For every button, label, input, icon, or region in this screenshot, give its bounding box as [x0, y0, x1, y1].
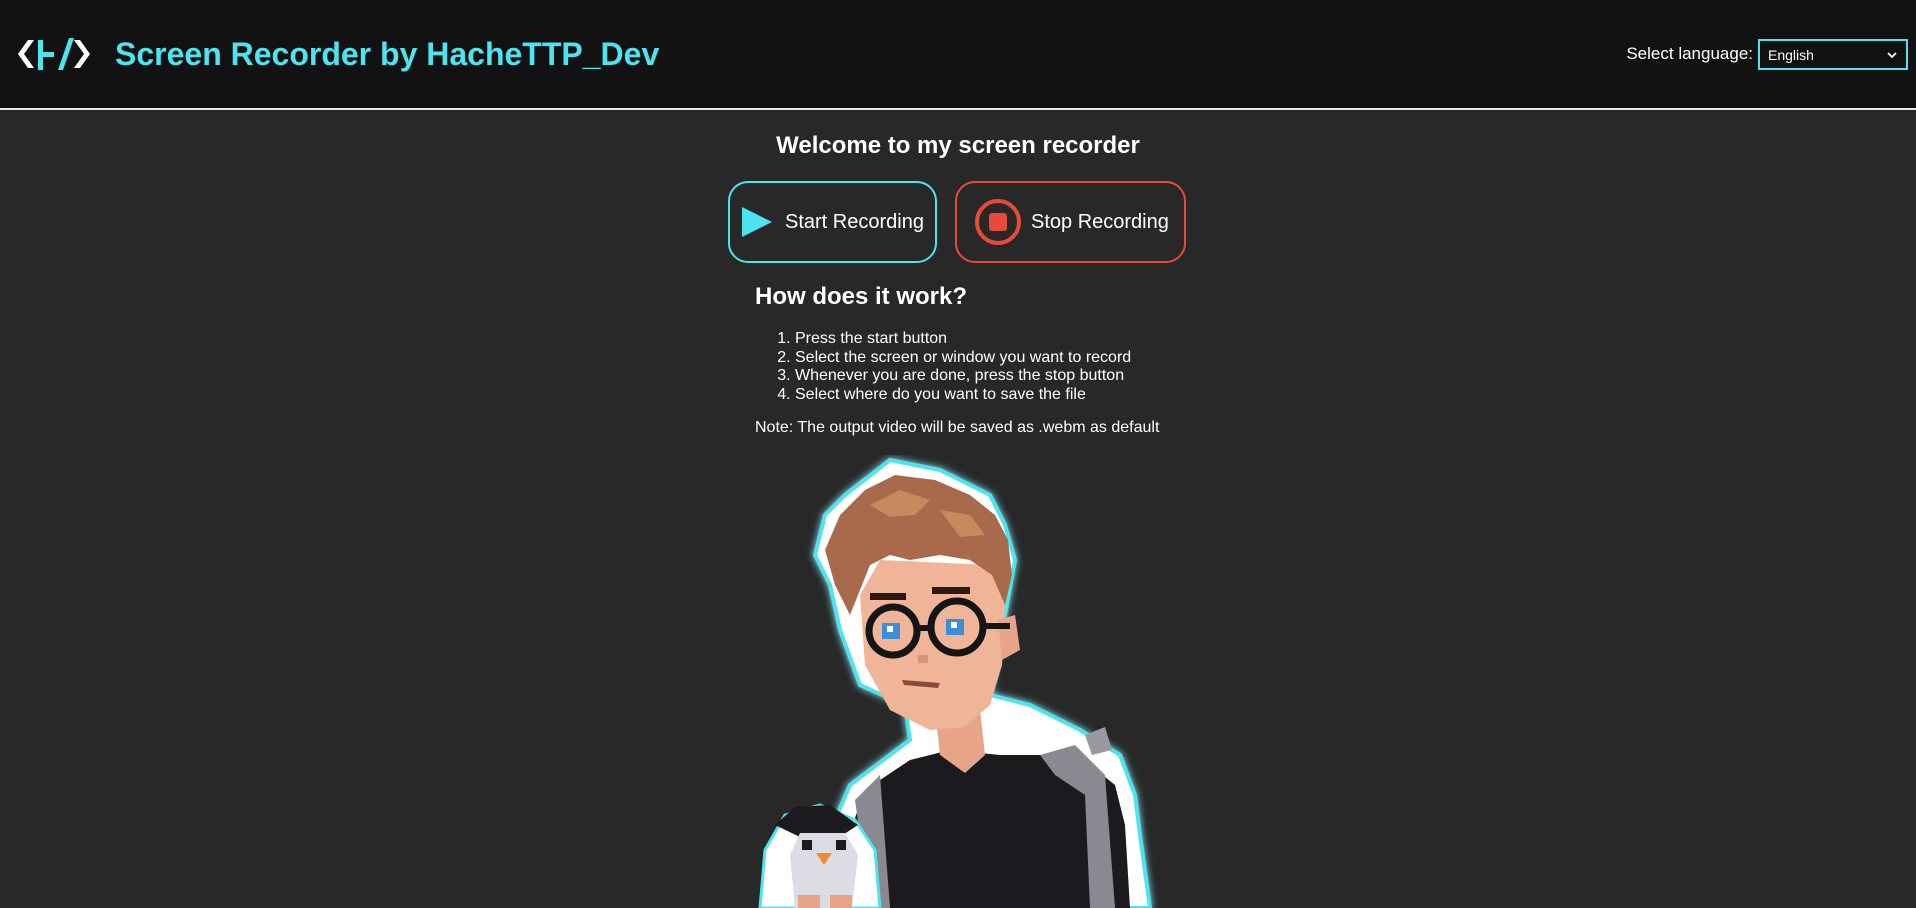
step-item: Press the start button [795, 330, 1131, 349]
step-item: Select where do you want to save the fil… [795, 386, 1131, 405]
language-select[interactable]: English [1758, 39, 1908, 70]
play-icon [742, 207, 772, 237]
stop-recording-label: Stop Recording [1031, 211, 1169, 233]
language-select-value: English [1768, 46, 1814, 63]
start-recording-button[interactable]: Start Recording [728, 181, 937, 263]
steps-list: Press the start button Select the screen… [755, 330, 1131, 404]
output-note: Note: The output video will be saved as … [755, 419, 1160, 436]
hache-logo-icon[interactable] [14, 32, 94, 76]
welcome-heading: Welcome to my screen recorder [776, 132, 1140, 159]
stop-recording-button[interactable]: Stop Recording [955, 181, 1186, 263]
avatar-illustration [758, 457, 1153, 908]
how-it-works-heading: How does it work? [755, 283, 968, 310]
stop-icon [975, 199, 1021, 245]
app-title: Screen Recorder by HacheTTP_Dev [115, 36, 660, 72]
step-item: Whenever you are done, press the stop bu… [795, 367, 1131, 386]
step-item: Select the screen or window you want to … [795, 349, 1131, 368]
app-header: Screen Recorder by HacheTTP_Dev Select l… [0, 0, 1916, 110]
chevron-down-icon [1887, 51, 1897, 58]
start-recording-label: Start Recording [785, 211, 924, 233]
language-label: Select language: [1626, 44, 1753, 63]
